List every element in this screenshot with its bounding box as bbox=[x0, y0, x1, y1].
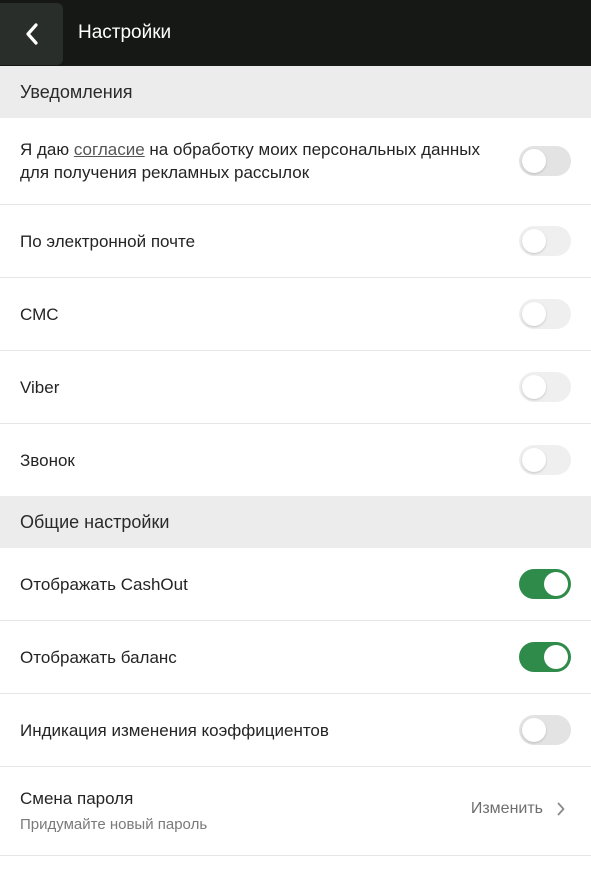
toggle-knob bbox=[522, 718, 546, 742]
section-header-general: Общие настройки bbox=[0, 496, 591, 548]
notify-call-row[interactable]: Звонок bbox=[0, 424, 591, 496]
balance-toggle[interactable] bbox=[519, 642, 571, 672]
odds-change-label: Индикация изменения коэффициентов bbox=[20, 720, 329, 740]
notify-sms-label: СМС bbox=[20, 304, 59, 324]
consent-prefix: Я даю bbox=[20, 140, 74, 159]
top-bar: Настройки bbox=[0, 0, 591, 66]
change-password-action-label: Изменить bbox=[470, 800, 543, 817]
notify-email-row[interactable]: По электронной почте bbox=[0, 205, 591, 278]
change-password-row[interactable]: Смена пароля Придумайте новый пароль Изм… bbox=[0, 767, 591, 856]
notify-sms-row[interactable]: СМС bbox=[0, 278, 591, 351]
toggle-knob bbox=[522, 149, 546, 173]
change-password-subtitle: Придумайте новый пароль bbox=[20, 816, 208, 833]
toggle-knob bbox=[522, 229, 546, 253]
change-password-title: Смена пароля bbox=[20, 789, 134, 808]
notify-viber-label: Viber bbox=[20, 377, 60, 397]
odds-change-toggle[interactable] bbox=[519, 715, 571, 745]
toggle-knob bbox=[522, 302, 546, 326]
toggle-knob bbox=[544, 572, 568, 596]
notify-email-toggle[interactable] bbox=[519, 226, 571, 256]
toggle-knob bbox=[522, 448, 546, 472]
change-password-button[interactable]: Изменить bbox=[471, 800, 565, 818]
page-title: Настройки bbox=[78, 22, 172, 43]
consent-row[interactable]: Я даю согласие на обработку моих персона… bbox=[0, 118, 591, 205]
back-button[interactable] bbox=[0, 3, 63, 65]
toggle-knob bbox=[522, 375, 546, 399]
cashout-label: Отображать CashOut bbox=[20, 574, 188, 594]
balance-label: Отображать баланс bbox=[20, 647, 177, 667]
odds-change-row[interactable]: Индикация изменения коэффициентов bbox=[0, 694, 591, 767]
notify-sms-toggle[interactable] bbox=[519, 299, 571, 329]
notify-viber-toggle[interactable] bbox=[519, 372, 571, 402]
notify-call-label: Звонок bbox=[20, 450, 75, 470]
chevron-right-icon bbox=[557, 802, 565, 816]
toggle-knob bbox=[544, 645, 568, 669]
balance-row[interactable]: Отображать баланс bbox=[0, 621, 591, 694]
notify-email-label: По электронной почте bbox=[20, 231, 196, 251]
consent-toggle[interactable] bbox=[519, 146, 571, 176]
notify-viber-row[interactable]: Viber bbox=[0, 351, 591, 424]
cashout-row[interactable]: Отображать CashOut bbox=[0, 548, 591, 621]
consent-link[interactable]: согласие bbox=[74, 140, 145, 159]
section-header-notifications: Уведомления bbox=[0, 66, 591, 118]
consent-label: Я даю согласие на обработку моих персона… bbox=[20, 138, 480, 184]
chevron-left-icon bbox=[25, 23, 38, 45]
cashout-toggle[interactable] bbox=[519, 569, 571, 599]
notify-call-toggle[interactable] bbox=[519, 445, 571, 475]
